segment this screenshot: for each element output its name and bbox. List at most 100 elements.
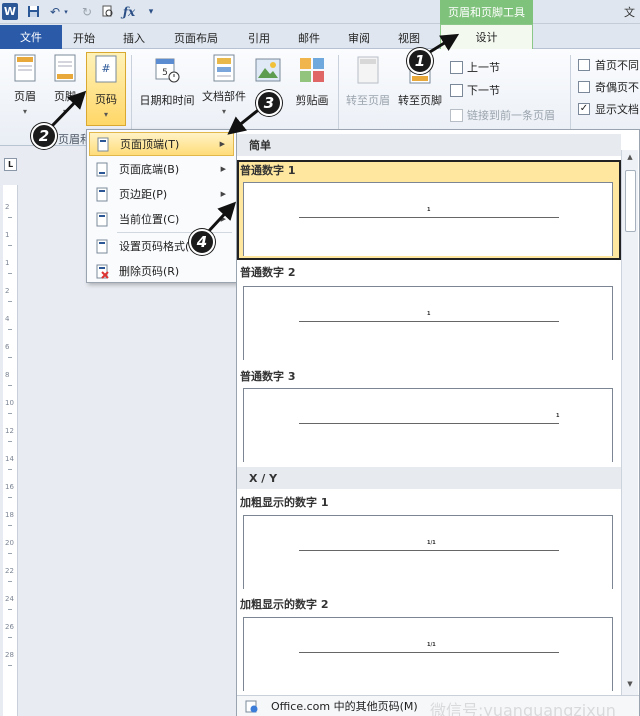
print-preview-icon[interactable] <box>98 3 116 20</box>
link-to-previous-label: 链接到前一条页眉 <box>467 109 555 122</box>
previous-section-button[interactable]: 上一节 <box>450 59 500 75</box>
date-time-label: 日期和时间 <box>139 94 195 107</box>
document-parts-button[interactable]: 文档部件 ▾ <box>198 54 250 116</box>
goto-header-label: 转至页眉 <box>346 94 390 107</box>
submenu-arrow-icon: ▶ <box>219 140 225 148</box>
date-time-button[interactable]: 5 日期和时间 <box>138 54 196 114</box>
header-line <box>299 321 559 322</box>
menu-item[interactable]: 页面顶端(T) ▶ <box>89 132 234 156</box>
tab-mailings[interactable]: 邮件 <box>293 27 325 49</box>
ruler-number: 2 <box>5 203 10 211</box>
annotation-badge-1: 1 <box>407 48 433 74</box>
gallery-item-thumbnail[interactable]: 1/1 <box>243 617 613 691</box>
tab-page-layout[interactable]: 页面布局 <box>168 27 224 49</box>
menu-item-label: 页面底端(B) <box>119 163 180 176</box>
annotation-badge-2: 2 <box>31 123 57 149</box>
header-line <box>299 550 559 551</box>
chevron-down-icon: ▾ <box>62 107 67 116</box>
ribbon-tab-bar: 文件 开始 插入 页面布局 引用 邮件 审阅 视图 设计 <box>0 24 640 49</box>
ruler-tick <box>8 329 12 330</box>
tab-home[interactable]: 开始 <box>68 27 100 49</box>
different-odd-even-checkbox[interactable]: 奇偶页不 <box>578 79 639 95</box>
title-bar: W ↶ ▾ ↻ ƒx ▾ 页眉和页脚工具 文 <box>0 0 640 24</box>
save-icon[interactable] <box>24 3 42 20</box>
page-number-gallery: ▲ ▼ Office.com 中的其他页码(M) 简单 普通数字 1 1 普通数字 2… <box>236 129 640 716</box>
gallery-scrollbar[interactable]: ▲ ▼ <box>621 150 638 695</box>
gallery-item-thumbnail[interactable]: 1 <box>243 182 613 256</box>
link-icon <box>450 108 463 122</box>
ruler-number: 6 <box>5 343 10 351</box>
ruler-tick <box>8 301 12 302</box>
ruler-tick <box>8 609 12 610</box>
annotation-badge-4: 4 <box>189 229 215 255</box>
clip-art-label: 剪贴画 <box>295 94 329 107</box>
ruler-number: 22 <box>5 567 14 575</box>
clip-art-button[interactable]: 剪贴画 <box>287 54 337 114</box>
header-line <box>299 217 559 218</box>
current-position-icon <box>89 212 115 227</box>
next-section-label: 下一节 <box>467 84 500 97</box>
different-first-page-checkbox[interactable]: 首页不同 <box>578 57 639 73</box>
goto-header-icon <box>355 54 381 86</box>
menu-item[interactable]: 删除页码(R) <box>89 259 234 283</box>
ruler-number: 28 <box>5 651 14 659</box>
link-to-previous-button[interactable]: 链接到前一条页眉 <box>450 107 555 123</box>
chevron-down-icon: ▾ <box>103 110 108 119</box>
more-page-numbers-label: Office.com 中的其他页码(M) <box>271 700 418 713</box>
show-document-text-checkbox[interactable]: ✓ 显示文档 <box>578 101 639 117</box>
formula-icon[interactable]: ƒx <box>120 3 138 20</box>
document-parts-icon <box>211 54 237 82</box>
gallery-item-thumbnail[interactable]: 1 <box>243 286 613 360</box>
tab-review[interactable]: 审阅 <box>343 27 375 49</box>
tab-references[interactable]: 引用 <box>243 27 275 49</box>
page-number-button[interactable]: # 页码 ▾ <box>86 52 126 126</box>
menu-separator <box>117 232 232 233</box>
word-logo[interactable]: W <box>2 3 18 20</box>
next-section-icon <box>450 83 463 97</box>
footer-icon <box>52 54 78 82</box>
tab-view[interactable]: 视图 <box>393 27 425 49</box>
chevron-down-icon: ▾ <box>22 107 27 116</box>
ruler-number: 24 <box>5 595 14 603</box>
menu-item[interactable]: 页边距(P) ▶ <box>89 182 234 206</box>
picture-icon <box>255 54 281 86</box>
menu-item[interactable]: 当前位置(C) ▶ <box>89 207 234 231</box>
scroll-thumb[interactable] <box>625 170 636 232</box>
checkmark-icon: ✓ <box>578 103 590 115</box>
menu-item-label: 页边距(P) <box>119 188 168 201</box>
tab-selector[interactable]: L <box>4 158 17 171</box>
redo-icon[interactable]: ↻ <box>78 3 96 20</box>
ruler-number: 1 <box>5 259 10 267</box>
customize-toolbar-icon[interactable]: ▾ <box>142 3 160 20</box>
ruler-tick <box>8 217 12 218</box>
tab-design[interactable]: 设计 <box>440 24 533 49</box>
chevron-down-icon: ▾ <box>221 107 226 116</box>
ruler-number: 10 <box>5 399 14 407</box>
goto-header-button[interactable]: 转至页眉 <box>342 54 394 114</box>
scroll-up-icon[interactable]: ▲ <box>624 153 636 165</box>
page-margin-icon <box>89 187 115 202</box>
ruler-tick <box>8 581 12 582</box>
annotation-badge-3: 3 <box>256 90 282 116</box>
checkbox-label: 首页不同 <box>595 59 639 72</box>
menu-item-label: 当前位置(C) <box>119 213 180 226</box>
ruler-number: 2 <box>5 287 10 295</box>
undo-dropdown-icon[interactable]: ▾ <box>62 3 70 20</box>
gallery-item-thumbnail[interactable]: 1 <box>243 388 613 462</box>
checkbox-box <box>578 59 590 71</box>
ruler-tick <box>8 245 12 246</box>
scroll-down-icon[interactable]: ▼ <box>624 680 636 692</box>
menu-item[interactable]: 页面底端(B) ▶ <box>89 157 234 181</box>
ruler-tick <box>8 637 12 638</box>
footer-button[interactable]: 页脚 ▾ <box>40 54 90 116</box>
vertical-ruler: 2 1 1 2 4 6 8 10 12 14 16 18 20 22 24 26 28 <box>3 185 18 716</box>
ruler-tick <box>8 497 12 498</box>
ruler-number: 12 <box>5 427 14 435</box>
gallery-item-thumbnail[interactable]: 1/1 <box>243 515 613 589</box>
next-section-button[interactable]: 下一节 <box>450 82 500 98</box>
tab-insert[interactable]: 插入 <box>118 27 150 49</box>
goto-footer-label: 转至页脚 <box>398 94 442 107</box>
header-line <box>299 423 559 424</box>
tab-file[interactable]: 文件 <box>0 25 62 49</box>
ruler-number: 26 <box>5 623 14 631</box>
